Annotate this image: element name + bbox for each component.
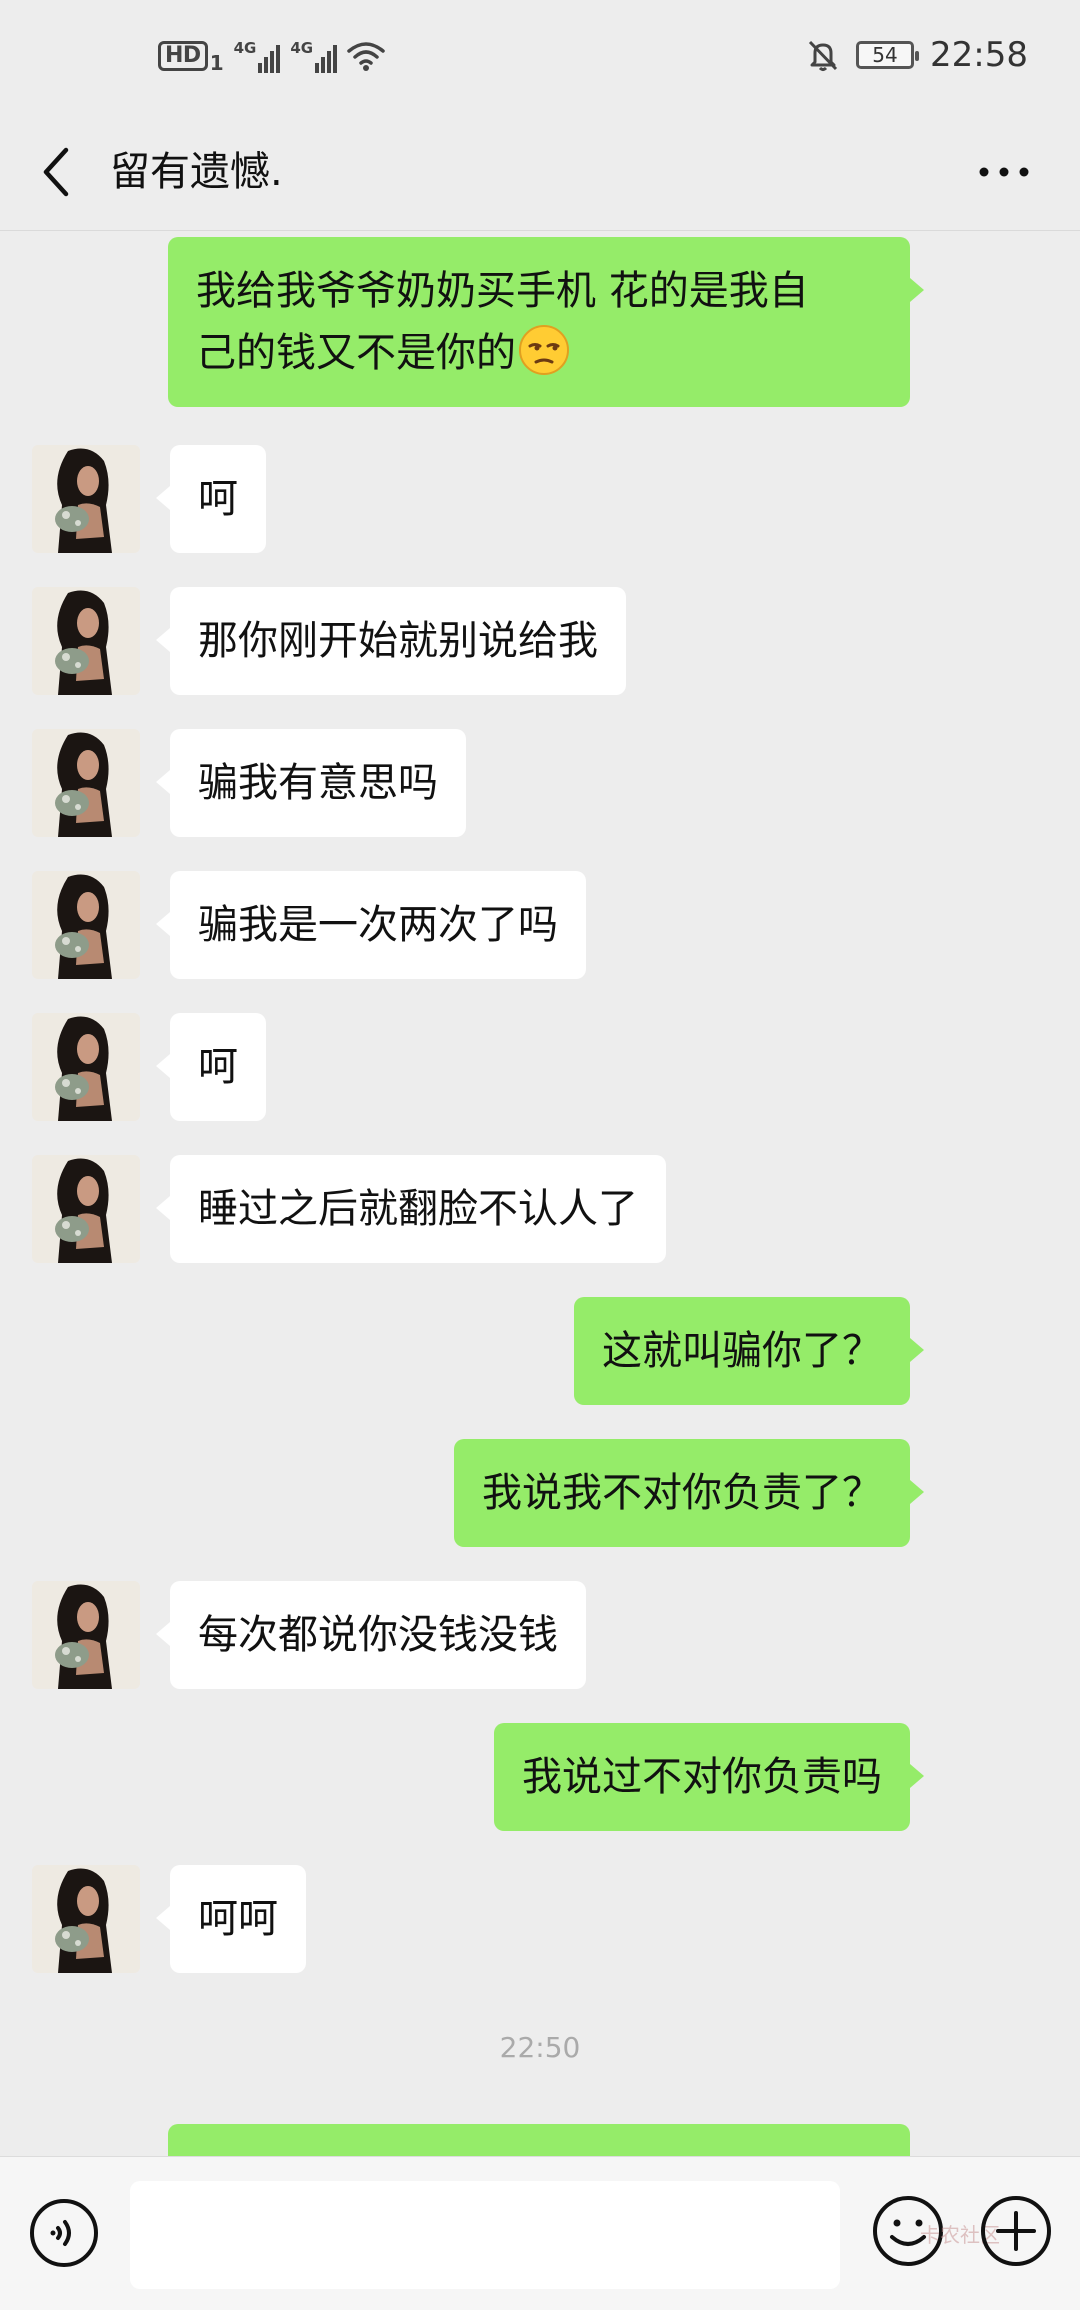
chevron-left-icon[interactable] bbox=[28, 140, 84, 204]
hd-badge: HD bbox=[158, 41, 208, 71]
message-bubble-sent[interactable]: 这就叫骗你了？ bbox=[574, 1297, 924, 1405]
avatar[interactable] bbox=[32, 587, 140, 695]
contact-avatar-image bbox=[32, 729, 140, 837]
chat-header: 留有遗憾. bbox=[0, 120, 1080, 231]
message-text: 那你刚开始就别说给我 bbox=[198, 618, 598, 664]
message-text: 这就叫骗你了？ bbox=[602, 1328, 882, 1374]
avatar[interactable] bbox=[32, 729, 140, 837]
more-dots-icon[interactable] bbox=[968, 150, 1040, 194]
message-text: 呵 bbox=[198, 1044, 238, 1090]
signal-strength-icon-2: 4G bbox=[290, 39, 338, 73]
message-bubble-received[interactable]: 每次都说你没钱没钱 bbox=[156, 1581, 586, 1689]
message-bubble-sent[interactable]: 我给我爷爷奶奶买手机 花的是我自 己的钱又不是你的 bbox=[168, 237, 924, 407]
message-text: 呵 bbox=[198, 476, 238, 522]
message-text: 每次都说你没钱没钱 bbox=[198, 1612, 558, 1658]
status-bar: HD 1 4G 4G 54 22:58 bbox=[0, 0, 1080, 120]
message-list[interactable]: 我给我爷爷奶奶买手机 花的是我自 己的钱又不是你的 呵 那你刚开始就别说给我 骗… bbox=[0, 231, 1080, 2156]
message-bubble-received[interactable]: 睡过之后就翻脸不认人了 bbox=[156, 1155, 666, 1263]
signal-label: 4G bbox=[290, 39, 314, 57]
contact-avatar-image bbox=[32, 1865, 140, 1973]
plus-icon[interactable] bbox=[978, 2193, 1054, 2269]
signal-label: 4G bbox=[233, 39, 257, 57]
message-bubble-received[interactable]: 骗我是一次两次了吗 bbox=[156, 871, 586, 979]
status-right-group: 54 22:58 bbox=[806, 38, 1028, 72]
message-input[interactable] bbox=[130, 2181, 840, 2289]
chat-screen: HD 1 4G 4G 54 22:58 留有遗憾. 我给我爷爷奶奶买手机 花的是… bbox=[0, 0, 1080, 2310]
contact-avatar-image bbox=[32, 587, 140, 695]
battery-icon: 54 bbox=[856, 41, 920, 69]
message-bubble-received[interactable]: 呵 bbox=[156, 445, 266, 553]
avatar[interactable] bbox=[32, 1013, 140, 1121]
message-text: 睡过之后就翻脸不认人了 bbox=[198, 1186, 638, 1232]
message-bubble-sent-partial[interactable] bbox=[168, 2124, 910, 2156]
avatar[interactable] bbox=[32, 1865, 140, 1973]
avatar[interactable] bbox=[32, 1581, 140, 1689]
bell-muted-icon bbox=[808, 40, 838, 71]
input-bar: 卡农社区 bbox=[0, 2156, 1080, 2310]
message-text: 呵呵 bbox=[198, 1896, 278, 1942]
message-bubble-sent[interactable]: 我说我不对你负责了？ bbox=[454, 1439, 924, 1547]
contact-avatar-image bbox=[32, 1013, 140, 1121]
message-bubble-received[interactable]: 骗我有意思吗 bbox=[156, 729, 466, 837]
status-time: 22:58 bbox=[930, 35, 1028, 75]
voice-icon[interactable] bbox=[28, 2197, 100, 2269]
message-text: 我给我爷爷奶奶买手机 花的是我自 bbox=[196, 268, 809, 314]
avatar[interactable] bbox=[32, 871, 140, 979]
message-text: 我说我不对你负责了？ bbox=[482, 1470, 882, 1516]
message-text: 骗我是一次两次了吗 bbox=[198, 902, 558, 948]
contact-avatar-image bbox=[32, 1155, 140, 1263]
message-text: 我说过不对你负责吗 bbox=[522, 1754, 882, 1800]
message-bubble-received[interactable]: 呵呵 bbox=[156, 1865, 306, 1973]
message-bubble-received[interactable]: 呵 bbox=[156, 1013, 266, 1121]
message-timestamp: 22:50 bbox=[499, 2031, 581, 2064]
contact-avatar-image bbox=[32, 1581, 140, 1689]
message-text-line2: 己的钱又不是你的 bbox=[196, 330, 516, 376]
status-left-group: HD 1 4G 4G bbox=[158, 37, 385, 75]
contact-avatar-image bbox=[32, 445, 140, 553]
unamused-face-icon bbox=[519, 325, 569, 375]
avatar[interactable] bbox=[32, 1155, 140, 1263]
message-text: 骗我有意思吗 bbox=[198, 760, 438, 806]
wifi-icon bbox=[347, 42, 385, 71]
message-bubble-sent[interactable]: 我说过不对你负责吗 bbox=[494, 1723, 924, 1831]
signal-strength-icon-1: 4G bbox=[234, 39, 281, 73]
avatar[interactable] bbox=[32, 445, 140, 553]
contact-avatar-image bbox=[32, 871, 140, 979]
sim-index: 1 bbox=[209, 51, 224, 75]
message-bubble-received[interactable]: 那你刚开始就别说给我 bbox=[156, 587, 626, 695]
chat-title: 留有遗憾. bbox=[110, 149, 283, 195]
